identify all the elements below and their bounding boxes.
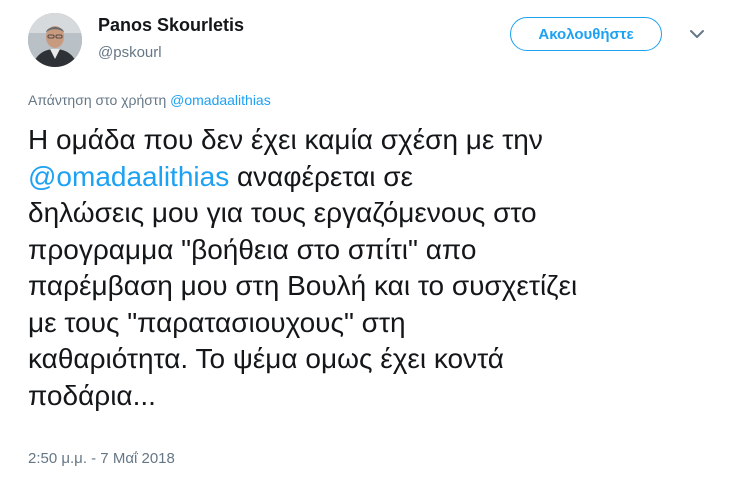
tweet-line: δηλώσεις μου για τους εργαζόμενους στο: [28, 197, 537, 228]
follow-button[interactable]: Ακολουθήστε: [510, 17, 662, 51]
reply-context: Απάντηση στο χρήστη @omadaalithias: [28, 92, 271, 108]
tweet-line: ποδάρια...: [28, 379, 156, 411]
reply-prefix: Απάντηση στο χρήστη: [28, 92, 167, 108]
tweet-mention-link[interactable]: @omadaalithias: [28, 161, 229, 192]
tweet-line: με τους "παρατασιουχους" στη: [28, 306, 406, 338]
tweet-line: προγραμμα "βοήθεια στο σπίτι" απο: [28, 233, 477, 265]
tweet-line: καθαριότητα. Το ψέμα ομως έχει κοντά: [28, 343, 504, 374]
tweet-timestamp[interactable]: 2:50 μ.μ. - 7 Μαΐ 2018: [28, 450, 175, 467]
avatar-image: [28, 13, 82, 67]
tweet-line: @omadaalithias αναφέρεται σε: [28, 159, 718, 196]
author-display-name[interactable]: Panos Skourletis: [98, 15, 244, 36]
avatar[interactable]: [28, 13, 82, 67]
reply-mention-link[interactable]: @omadaalithias: [170, 92, 271, 108]
tweet-text: Η ομάδα που δεν έχει καμία σχέση με την …: [28, 122, 718, 414]
tweet-line-rest: αναφέρεται σε: [229, 160, 414, 192]
author-handle[interactable]: @pskourl: [98, 44, 162, 61]
tweet-line: Η ομάδα που δεν έχει καμία σχέση με την: [28, 124, 543, 155]
chevron-down-icon[interactable]: [688, 25, 706, 43]
tweet-line: παρέμβαση μου στη Βουλή και το συσχετίζε…: [28, 270, 578, 301]
